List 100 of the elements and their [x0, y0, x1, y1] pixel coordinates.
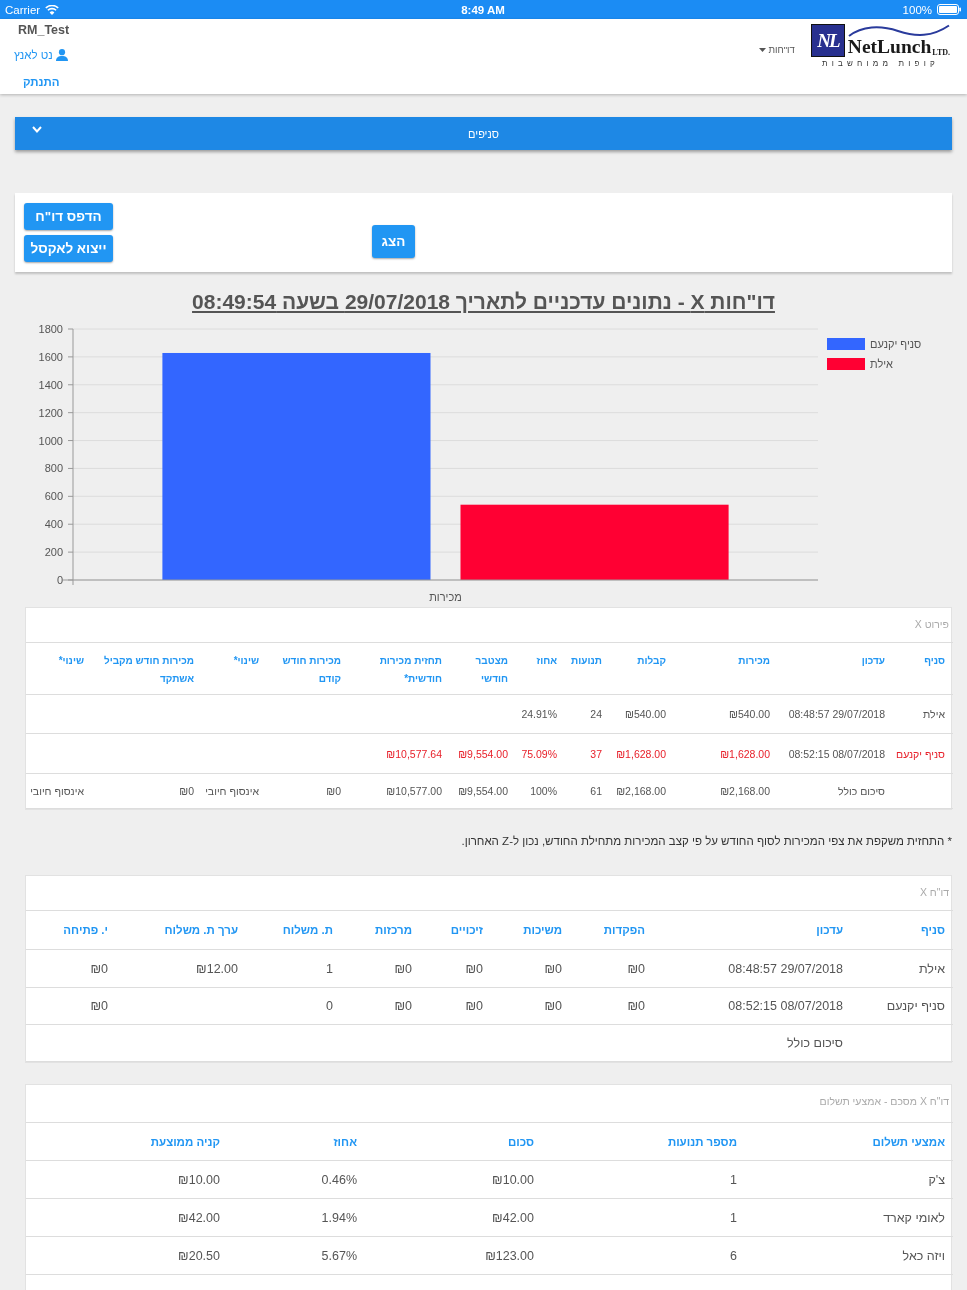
column-header: ערך ת. משלוח: [116, 910, 246, 950]
table-cell: 6: [542, 1236, 745, 1275]
logo-suffix: LTD.: [932, 48, 950, 57]
table-title: דו"ח X: [918, 885, 950, 900]
table-cell: ₪0: [341, 987, 420, 1025]
legend-label: סניף יקנעם: [870, 338, 922, 350]
table-cell: 24: [565, 694, 610, 734]
column-header: קבלות: [610, 642, 674, 695]
column-header: מספר תנועות: [542, 1122, 745, 1161]
column-header: אחוז: [516, 642, 565, 695]
column-header: מכירות חודש מקביל אשתקד: [92, 642, 202, 695]
legend-label: אילת: [870, 358, 893, 370]
table-cell: 0.46%: [228, 1160, 365, 1199]
table-cell: ₪0: [341, 949, 420, 988]
table-cell: ₪0: [92, 773, 202, 809]
table-cell: ₪540.00: [674, 694, 778, 734]
table-cell: ₪42.00: [365, 1198, 542, 1237]
axis-label: מכירות: [429, 591, 462, 603]
axis-label: 400: [44, 518, 63, 531]
logout-link[interactable]: התנתק: [23, 75, 60, 89]
column-header: סכום: [365, 1122, 542, 1161]
user-link[interactable]: נט לאנץ: [14, 48, 68, 62]
table-cell: סיכום כולל: [653, 1024, 851, 1062]
table-cell: אינסוף חיובי: [202, 773, 267, 809]
column-header: הפקדות: [570, 910, 653, 950]
table-cell: 08:52:15 08/07/2018: [778, 733, 893, 774]
table-cell: 0: [246, 987, 341, 1025]
table-cell: ₪2,168.00: [610, 773, 674, 809]
print-button[interactable]: הדפס דו"ח: [24, 203, 113, 230]
table-cell: ₪2,168.00: [674, 773, 778, 809]
column-header: אמצעי תשלום: [745, 1122, 953, 1161]
table-cell: ₪0: [570, 987, 653, 1025]
table-cell: לאומי קארד: [745, 1198, 953, 1237]
axis-label: 1600: [38, 350, 63, 363]
axis-label: 1000: [38, 434, 63, 447]
report-title: דו"חות X - נתונים עדכניים לתאריך 29/07/2018 בשעה 08:49:54: [191, 290, 776, 314]
column-header: מכירות חודש קודם: [267, 642, 349, 695]
column-header: סניף: [893, 642, 953, 695]
table-cell: סיכום כולל: [778, 773, 893, 809]
table-cell: צ'ק: [745, 1160, 953, 1199]
table-cell: 1.94%: [228, 1198, 365, 1237]
table-cell: ₪1,628.00: [610, 733, 674, 774]
carrier-label: Carrier: [5, 3, 41, 16]
caret-icon: [759, 47, 767, 52]
table-cell: ₪0: [570, 949, 653, 988]
column-header: תחזית מכירות חודשית*: [349, 642, 450, 695]
axis-label: 1200: [38, 406, 63, 419]
branches-toggle[interactable]: סניפים: [15, 117, 952, 150]
table-cell: ₪42.00: [26, 1198, 228, 1237]
column-header: משיכות: [491, 910, 570, 950]
user-icon: [55, 49, 68, 61]
table-cell: סניף יקנעם: [893, 733, 953, 774]
wifi-icon: [45, 4, 60, 15]
logo-mark: NL: [810, 24, 845, 57]
column-header: אחוז: [228, 1122, 365, 1161]
table-cell: 1: [246, 949, 341, 988]
table-cell: ₪9,554.00: [450, 773, 516, 809]
table-cell: ₪540.00: [610, 694, 674, 734]
table-cell: ₪20.50: [26, 1236, 228, 1275]
table-cell: ₪0: [26, 987, 116, 1025]
column-header: סניף: [851, 910, 953, 950]
table-cell: ₪10,577.00: [349, 773, 450, 809]
table-cell: 75.09%: [516, 733, 565, 774]
reports-menu[interactable]: דו"חות: [759, 44, 795, 55]
column-header: מרכזות: [341, 910, 420, 950]
table-cell: 08:48:57 29/07/2018: [778, 694, 893, 734]
status-time: 8:49 AM: [461, 3, 505, 16]
table-cell: ₪10.00: [26, 1160, 228, 1199]
table-cell: ₪0: [420, 987, 491, 1025]
axis-label: 1800: [38, 323, 63, 335]
column-header: מכירות: [674, 642, 778, 695]
column-header: עדכון: [653, 910, 851, 950]
footnote: * התחזית משקפת את צפי המכירות לסוף החודש על פי קצב המכירות מתחילת החודש, נכון ל-Z האחרון.: [460, 834, 952, 848]
table-cell: אילת: [851, 949, 953, 988]
column-header: שינוי*: [26, 642, 92, 695]
export-button[interactable]: ייצוא לאקסל: [24, 235, 113, 262]
table-cell: ₪12.00: [116, 949, 246, 988]
swoosh-icon: [847, 24, 950, 38]
battery-icon: [937, 4, 961, 15]
column-header: זיכויים: [420, 910, 491, 950]
axis-label: 200: [44, 546, 63, 559]
column-header: תנועות: [565, 642, 610, 695]
table-cell: ₪0: [420, 949, 491, 988]
table-cell: 1: [542, 1160, 745, 1199]
table-cell: ₪0: [491, 987, 570, 1025]
axis-label: 1400: [38, 378, 63, 391]
axis-label: 0: [56, 574, 63, 586]
table-title: דו"ח X מסכם - אמצעי תשלום: [818, 1094, 950, 1109]
table-cell: ₪0: [491, 949, 570, 988]
table-cell: ויזה כאל: [745, 1236, 953, 1275]
table-cell: אילת: [893, 694, 953, 734]
table-cell: ₪1,628.00: [674, 733, 778, 774]
table-cell: 100%: [516, 773, 565, 809]
battery-label: 100%: [902, 3, 932, 16]
show-button[interactable]: הצג: [372, 225, 415, 258]
table-cell: 37: [565, 733, 610, 774]
axis-label: 800: [44, 462, 63, 475]
column-header: עדכון: [778, 642, 893, 695]
column-header: ת. משלוח: [246, 910, 341, 950]
column-header: מצטבר חודשי: [450, 642, 516, 695]
